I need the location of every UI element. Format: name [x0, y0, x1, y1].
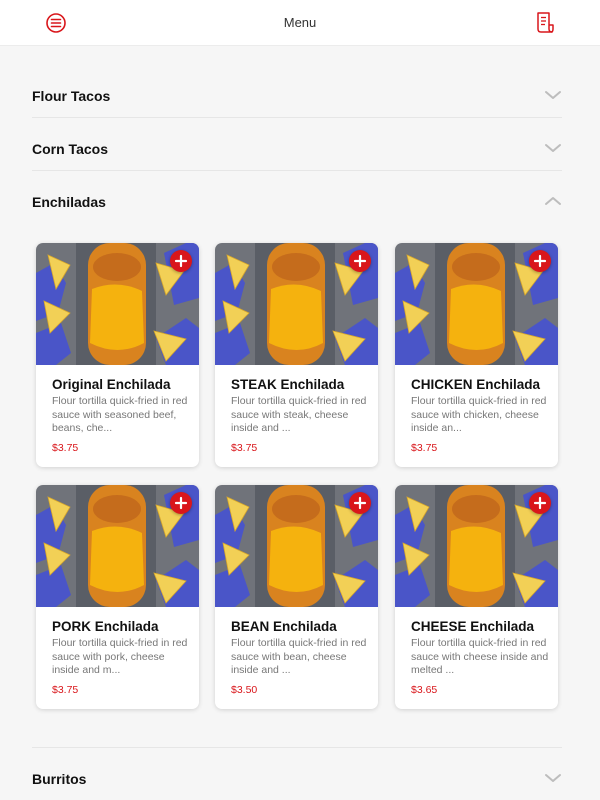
category-enchiladas[interactable]: Enchiladas [32, 174, 562, 227]
item-description: Flour tortilla quick-fried in red sauce … [231, 637, 367, 676]
category-label: Enchiladas [32, 194, 106, 210]
category-label: Corn Tacos [32, 141, 108, 157]
menu-item-card[interactable]: Original Enchilada Flour tortilla quick-… [36, 243, 199, 467]
add-to-cart-button[interactable] [529, 492, 551, 514]
receipt-icon[interactable] [534, 11, 556, 35]
add-to-cart-button[interactable] [529, 250, 551, 272]
divider [32, 170, 562, 171]
plus-icon [353, 496, 367, 510]
add-to-cart-button[interactable] [170, 492, 192, 514]
item-name: PORK Enchilada [52, 619, 159, 634]
plus-icon [533, 496, 547, 510]
item-name: CHICKEN Enchilada [411, 377, 541, 392]
category-corn-tacos[interactable]: Corn Tacos [32, 121, 562, 174]
chevron-down-icon [545, 144, 561, 152]
menu-item-card[interactable]: CHEESE Enchilada Flour tortilla quick-fr… [395, 485, 558, 709]
plus-icon [353, 254, 367, 268]
item-price: $3.50 [231, 684, 258, 696]
add-to-cart-button[interactable] [349, 250, 371, 272]
item-price: $3.75 [52, 442, 79, 454]
menu-item-card[interactable]: STEAK Enchilada Flour tortilla quick-fri… [215, 243, 378, 467]
page-title: Menu [283, 15, 317, 30]
menu-item-card[interactable]: CHICKEN Enchilada Flour tortilla quick-f… [395, 243, 558, 467]
item-name: BEAN Enchilada [231, 619, 337, 634]
chevron-down-icon [545, 774, 561, 782]
plus-icon [174, 254, 188, 268]
plus-icon [533, 254, 547, 268]
item-price: $3.65 [411, 684, 438, 696]
chevron-down-icon [545, 91, 561, 99]
item-description: Flour tortilla quick-fried in red sauce … [411, 637, 549, 676]
category-burritos[interactable]: Burritos [32, 751, 562, 800]
menu-item-card[interactable]: PORK Enchilada Flour tortilla quick-frie… [36, 485, 199, 709]
divider [32, 117, 562, 118]
category-label: Burritos [32, 771, 87, 787]
menu-item-card[interactable]: BEAN Enchilada Flour tortilla quick-frie… [215, 485, 378, 709]
divider [32, 747, 562, 748]
item-description: Flour tortilla quick-fried in red sauce … [411, 395, 547, 434]
plus-icon [174, 496, 188, 510]
category-label: Flour Tacos [32, 88, 111, 104]
item-price: $3.75 [411, 442, 438, 454]
top-bar: Menu [0, 0, 600, 46]
category-flour-tacos[interactable]: Flour Tacos [32, 68, 562, 121]
item-name: CHEESE Enchilada [411, 619, 535, 634]
item-description: Flour tortilla quick-fried in red sauce … [52, 637, 188, 676]
add-to-cart-button[interactable] [349, 492, 371, 514]
item-name: STEAK Enchilada [231, 377, 345, 392]
item-price: $3.75 [231, 442, 258, 454]
add-to-cart-button[interactable] [170, 250, 192, 272]
item-description: Flour tortilla quick-fried in red sauce … [52, 395, 188, 434]
item-price: $3.75 [52, 684, 79, 696]
item-name: Original Enchilada [52, 377, 171, 392]
chevron-up-icon [545, 197, 561, 205]
item-description: Flour tortilla quick-fried in red sauce … [231, 395, 367, 434]
